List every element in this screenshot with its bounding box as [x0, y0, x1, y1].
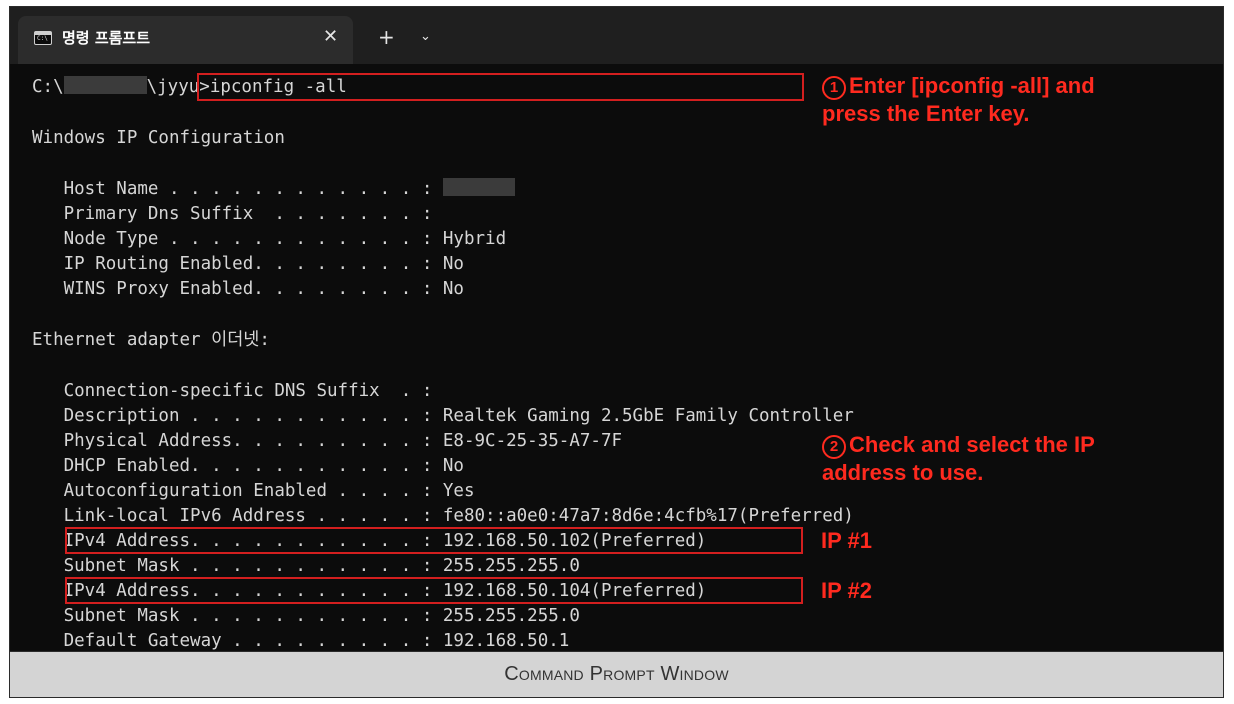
step2-text: Check and select the IP address to use.	[822, 432, 1095, 485]
console-line: Physical Address. . . . . . . . . : E8-9…	[32, 431, 623, 451]
console-line: Connection-specific DNS Suffix . :	[32, 381, 433, 401]
chevron-down-icon[interactable]: ⌄	[420, 27, 431, 47]
step2-annotation: 2 Check and select the IP address to use.	[822, 431, 1095, 486]
command-prompt-window: C:\ 명령 프롬프트 ✕ + ⌄ C:\ \jyyu>ipconfig -all…	[10, 7, 1223, 651]
console-line: Link-local IPv6 Address . . . . . : fe80…	[32, 506, 854, 526]
terminal-icon-label: C:\	[37, 35, 48, 42]
tab-title: 명령 프롬프트	[62, 29, 151, 47]
console-line: Default Gateway . . . . . . . . . : 192.…	[32, 631, 570, 651]
redacted-path	[63, 76, 147, 94]
caption-text: Command Prompt Window	[504, 663, 729, 685]
close-icon[interactable]: ✕	[323, 26, 338, 48]
ip1-label: IP #1	[821, 528, 872, 553]
redacted-host-name	[442, 178, 515, 196]
command-highlight-box	[197, 73, 804, 101]
console-output[interactable]: C:\ \jyyu>ipconfig -all Windows IP Config…	[10, 64, 1223, 651]
console-line: Node Type . . . . . . . . . . . . : Hybr…	[32, 229, 507, 249]
console-line: WINS Proxy Enabled. . . . . . . . : No	[32, 279, 464, 299]
console-line: Description . . . . . . . . . . . : Real…	[32, 406, 854, 426]
step2-number: 2	[822, 435, 846, 459]
console-line: IP Routing Enabled. . . . . . . . : No	[32, 254, 464, 274]
prompt-drive: C:\	[32, 77, 64, 97]
host-name-label: Host Name . . . . . . . . . . . . :	[32, 179, 443, 199]
ip2-highlight-box	[65, 577, 803, 604]
step1-text: Enter [ipconfig -all] and press the Ente…	[822, 73, 1095, 126]
console-line: Windows IP Configuration	[32, 128, 285, 148]
ip2-label: IP #2	[821, 578, 872, 603]
console-line-host: Host Name . . . . . . . . . . . . :	[32, 177, 515, 201]
step1-number: 1	[822, 76, 846, 100]
console-line: Autoconfiguration Enabled . . . . : Yes	[32, 481, 475, 501]
console-line: Primary Dns Suffix . . . . . . . :	[32, 204, 433, 224]
console-line: Subnet Mask . . . . . . . . . . . : 255.…	[32, 606, 580, 626]
console-line: Subnet Mask . . . . . . . . . . . : 255.…	[32, 556, 580, 576]
step1-annotation: 1 Enter [ipconfig -all] and press the Ent…	[822, 72, 1095, 127]
ip1-highlight-box	[65, 527, 803, 554]
tab-command-prompt[interactable]: C:\ 명령 프롬프트 ✕	[18, 16, 353, 64]
title-bar: C:\ 명령 프롬프트 ✕ + ⌄	[10, 7, 1223, 64]
terminal-icon: C:\	[34, 31, 52, 45]
adapter-heading: Ethernet adapter 이더넷:	[32, 330, 270, 350]
figure-caption: Command Prompt Window	[10, 651, 1223, 697]
screenshot-frame: C:\ 명령 프롬프트 ✕ + ⌄ C:\ \jyyu>ipconfig -all…	[9, 6, 1224, 698]
new-tab-button[interactable]: +	[378, 26, 395, 48]
console-line: DHCP Enabled. . . . . . . . . . . : No	[32, 456, 464, 476]
